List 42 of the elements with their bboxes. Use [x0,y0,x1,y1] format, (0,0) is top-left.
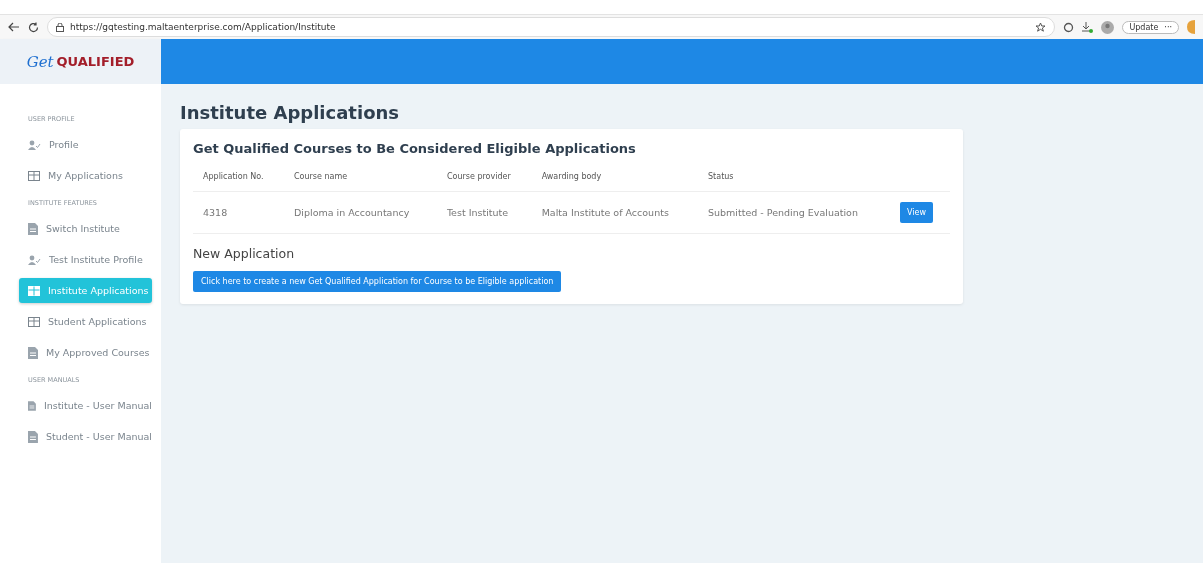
download-icon[interactable] [1082,21,1094,33]
sidebar-item[interactable]: My Approved Courses [19,340,152,365]
column-header: Course name [284,166,437,192]
sidebar-item[interactable]: Student Applications [19,309,152,334]
table-icon [28,170,40,181]
user-icon [28,139,41,150]
avatar-icon[interactable] [1101,20,1115,34]
document-icon [28,399,36,412]
lock-icon [56,22,64,32]
sidebar-item[interactable]: Institute - User Manual [19,393,152,418]
reload-icon[interactable] [28,21,39,33]
page-title: Institute Applications [180,102,401,123]
column-header: Awarding body [531,166,699,192]
table-icon [28,316,40,327]
table-cell: 4318 [193,191,285,234]
table-icon [28,285,40,296]
document-icon [28,346,38,359]
sidebar-item[interactable]: Profile [19,132,152,157]
sidebar-item[interactable]: Institute Applications [19,278,152,303]
back-icon[interactable] [8,22,20,32]
table-cell: Submitted - Pending Evaluation [698,191,891,234]
star-icon[interactable] [1035,21,1047,33]
sidebar-item[interactable]: Student - User Manual [19,424,152,449]
user-icon [28,254,41,265]
card-title: Get Qualified Courses to Be Considered Eligible Applications [193,141,637,156]
column-header: Status [698,166,891,192]
section-heading: New Application [193,246,296,261]
view-button[interactable]: View [900,202,934,223]
table-cell: Test Institute [436,191,532,234]
logo[interactable]: Get QUALIFIED [0,39,161,84]
document-icon [28,222,38,235]
sidebar-item[interactable]: Switch Institute [19,216,152,241]
sidebar-item[interactable]: My Applications [19,163,152,188]
table-cell: Diploma in Accountancy [284,191,437,234]
column-header: Course provider [436,166,532,192]
column-header: Application No. [193,166,285,192]
new-application-button[interactable]: Click here to create a new Get Qualified Application for Course to be Eligible application [193,271,562,292]
update-button[interactable]: Update ··· [1122,20,1179,34]
address-bar[interactable]: https://gqtesting.maltaenterprise.com/Application/Institute [47,17,1056,37]
sidebar-item[interactable]: Test Institute Profile [19,247,152,272]
table-cell: Malta Institute of Accounts [531,191,699,234]
document-icon [28,430,38,443]
